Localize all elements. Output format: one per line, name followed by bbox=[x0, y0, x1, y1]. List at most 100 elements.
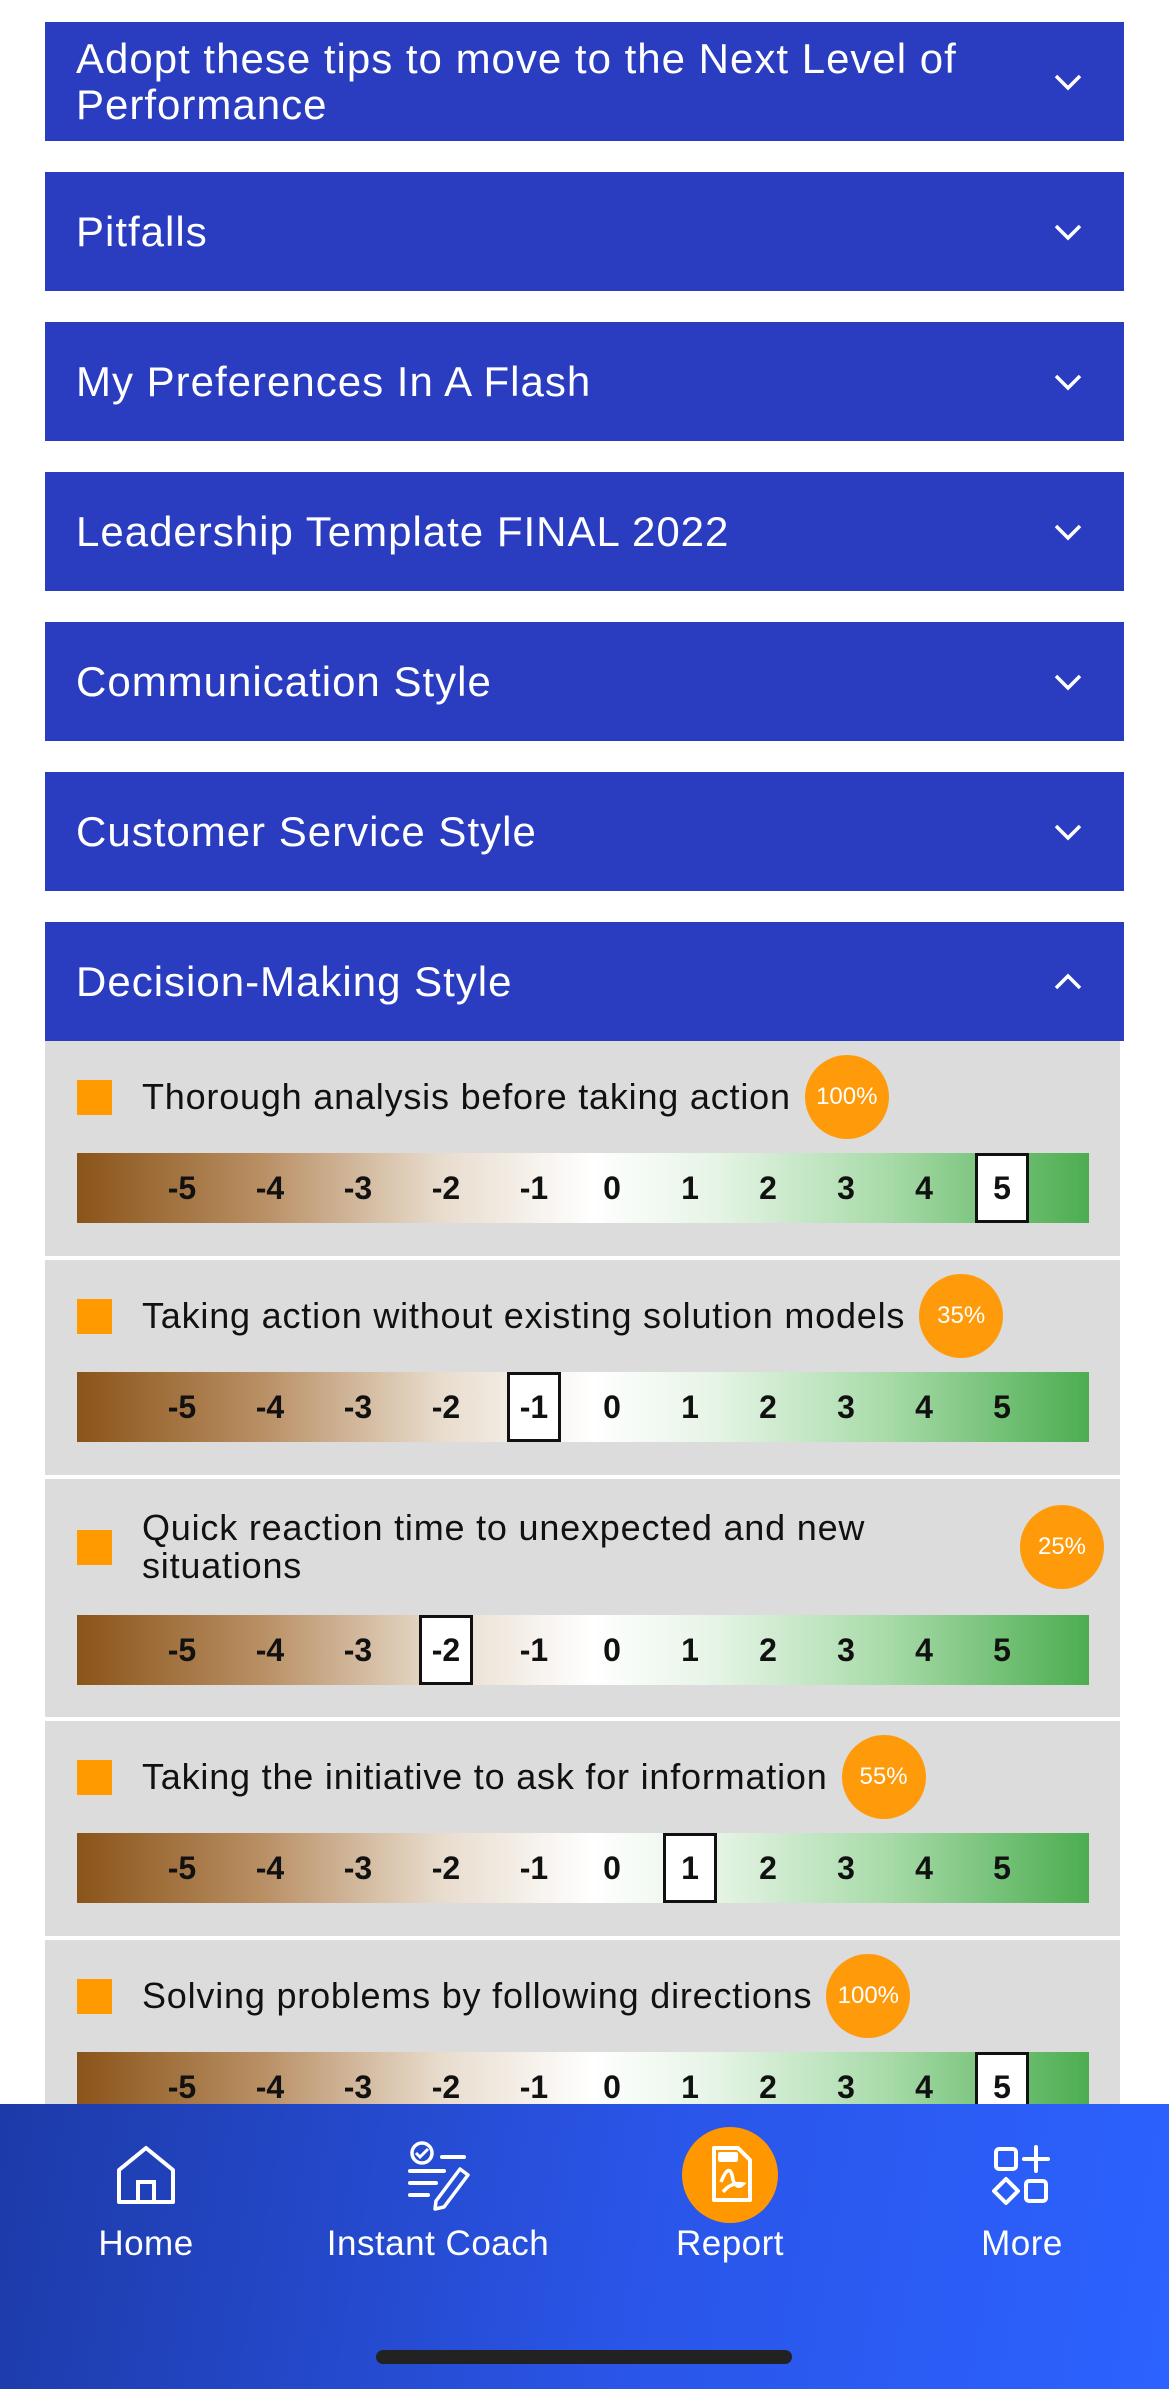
scale-tick-selected: 5 bbox=[975, 1153, 1029, 1223]
nav-home[interactable]: Home bbox=[16, 2104, 276, 2264]
decision-making-panel: Thorough analysis before taking action 1… bbox=[45, 1041, 1120, 2159]
section-title: Pitfalls bbox=[76, 207, 208, 255]
nav-label: Home bbox=[98, 2224, 194, 2263]
scale-tick: -5 bbox=[167, 1169, 197, 1206]
section-title: Adopt these tips to move to the Next Lev… bbox=[76, 34, 957, 128]
section-customer-service-style[interactable]: Customer Service Style bbox=[45, 772, 1124, 891]
scale-tick: 1 bbox=[681, 1388, 699, 1425]
scale-tick: 3 bbox=[837, 1169, 855, 1206]
section-title: Customer Service Style bbox=[76, 807, 537, 855]
scale-tick: 0 bbox=[603, 1169, 621, 1206]
scale-tick: 2 bbox=[759, 1849, 777, 1886]
scale-tick: -3 bbox=[343, 1388, 373, 1425]
chevron-down-icon bbox=[1048, 62, 1088, 102]
scale-tick: 0 bbox=[603, 1388, 621, 1425]
trait-item: Quick reaction time to unexpected and ne… bbox=[45, 1479, 1120, 1721]
rating-scale: -5 -4 -3 -2 -1 0 1 2 3 4 5 bbox=[77, 1833, 1089, 1903]
coach-icon bbox=[308, 2130, 568, 2220]
scale-tick: 4 bbox=[915, 1849, 933, 1886]
trait-label: Solving problems by following directions bbox=[142, 1975, 813, 2016]
section-title: Communication Style bbox=[76, 657, 492, 705]
chevron-down-icon bbox=[1048, 362, 1088, 402]
scale-tick: 1 bbox=[681, 1631, 699, 1668]
scale-tick: -1 bbox=[519, 1849, 549, 1886]
chevron-down-icon bbox=[1048, 512, 1088, 552]
bullet-square bbox=[77, 1759, 112, 1795]
chevron-down-icon bbox=[1048, 812, 1088, 852]
scale-tick: -1 bbox=[519, 1169, 549, 1206]
nav-label: Report bbox=[675, 2224, 785, 2263]
section-preferences-flash[interactable]: My Preferences In A Flash bbox=[45, 322, 1124, 441]
percent-badge: 35% bbox=[919, 1274, 1004, 1358]
scale-tick: 3 bbox=[837, 1631, 855, 1668]
scale-tick: -2 bbox=[431, 1388, 461, 1425]
trait-label: Thorough analysis before taking action bbox=[142, 1076, 791, 1117]
rating-scale: -5 -4 -3 -2 -1 0 1 2 3 4 5 bbox=[77, 1153, 1089, 1223]
nav-more[interactable]: More bbox=[892, 2104, 1152, 2264]
scale-tick-selected: 1 bbox=[663, 1833, 717, 1903]
bullet-square bbox=[77, 1079, 112, 1115]
nav-report[interactable]: Report bbox=[600, 2104, 860, 2264]
bullet-square bbox=[77, 1529, 112, 1565]
rating-scale: -5 -4 -3 -2 -1 0 1 2 3 4 5 bbox=[77, 1615, 1089, 1685]
bottom-nav-bar: Home Instant Coach Report More bbox=[0, 2104, 1169, 2389]
scale-tick: -5 bbox=[167, 1849, 197, 1886]
percent-badge: 55% bbox=[841, 1735, 926, 1819]
scale-tick: -4 bbox=[255, 1169, 285, 1206]
trait-label: Quick reaction time to unexpected and ne… bbox=[142, 1507, 866, 1586]
chevron-down-icon bbox=[1048, 212, 1088, 252]
section-next-level-tips[interactable]: Adopt these tips to move to the Next Lev… bbox=[45, 22, 1124, 141]
chevron-down-icon bbox=[1048, 662, 1088, 702]
trait-item: Thorough analysis before taking action 1… bbox=[45, 1041, 1120, 1260]
nav-instant-coach[interactable]: Instant Coach bbox=[308, 2104, 568, 2264]
scale-tick: 4 bbox=[915, 1388, 933, 1425]
home-icon bbox=[16, 2130, 276, 2220]
scale-tick: 2 bbox=[759, 1169, 777, 1206]
percent-badge: 100% bbox=[826, 1954, 911, 2038]
scale-tick: -1 bbox=[519, 1631, 549, 1668]
scale-tick: 5 bbox=[993, 1388, 1011, 1425]
scale-tick: -3 bbox=[343, 1849, 373, 1886]
scale-tick: -3 bbox=[343, 1631, 373, 1668]
section-title: Decision-Making Style bbox=[76, 957, 513, 1005]
trait-label: Taking the initiative to ask for informa… bbox=[142, 1756, 828, 1797]
scale-tick: 2 bbox=[759, 1631, 777, 1668]
scale-tick: -2 bbox=[431, 1849, 461, 1886]
section-communication-style[interactable]: Communication Style bbox=[45, 622, 1124, 741]
scale-tick: -3 bbox=[343, 1169, 373, 1206]
scale-tick: 5 bbox=[993, 1631, 1011, 1668]
scale-tick: 0 bbox=[603, 1849, 621, 1886]
scale-tick: 4 bbox=[915, 1631, 933, 1668]
scale-tick: -4 bbox=[255, 1631, 285, 1668]
nav-label: Instant Coach bbox=[326, 2224, 550, 2263]
pdf-icon bbox=[682, 2127, 778, 2223]
more-icon bbox=[892, 2130, 1152, 2220]
scale-tick: 5 bbox=[993, 1849, 1011, 1886]
scale-tick: 1 bbox=[681, 1169, 699, 1206]
trait-item: Taking action without existing solution … bbox=[45, 1260, 1120, 1479]
percent-badge: 25% bbox=[1020, 1505, 1104, 1589]
scale-tick: -5 bbox=[167, 1631, 197, 1668]
section-leadership-template[interactable]: Leadership Template FINAL 2022 bbox=[45, 472, 1124, 591]
scale-tick: 3 bbox=[837, 1388, 855, 1425]
home-indicator[interactable] bbox=[376, 2350, 792, 2364]
bullet-square bbox=[77, 1978, 112, 2014]
section-title: Leadership Template FINAL 2022 bbox=[76, 507, 730, 555]
chevron-up-icon bbox=[1048, 962, 1088, 1002]
accordion-list: Adopt these tips to move to the Next Lev… bbox=[45, 22, 1124, 2159]
section-title: My Preferences In A Flash bbox=[76, 357, 592, 405]
scale-tick: 4 bbox=[915, 1169, 933, 1206]
scale-tick-selected: -1 bbox=[507, 1372, 561, 1442]
percent-badge: 100% bbox=[804, 1055, 889, 1139]
scale-tick: 2 bbox=[759, 1388, 777, 1425]
bullet-square bbox=[77, 1298, 112, 1334]
report-icon-wrap bbox=[600, 2127, 860, 2223]
section-decision-making-style[interactable]: Decision-Making Style bbox=[45, 922, 1124, 1041]
scale-tick: -4 bbox=[255, 1849, 285, 1886]
scale-tick: -4 bbox=[255, 1388, 285, 1425]
trait-item: Taking the initiative to ask for informa… bbox=[45, 1721, 1120, 1940]
scale-tick: 0 bbox=[603, 1631, 621, 1668]
section-pitfalls[interactable]: Pitfalls bbox=[45, 172, 1124, 291]
trait-label: Taking action without existing solution … bbox=[142, 1295, 906, 1336]
scale-tick-selected: -2 bbox=[419, 1615, 473, 1685]
